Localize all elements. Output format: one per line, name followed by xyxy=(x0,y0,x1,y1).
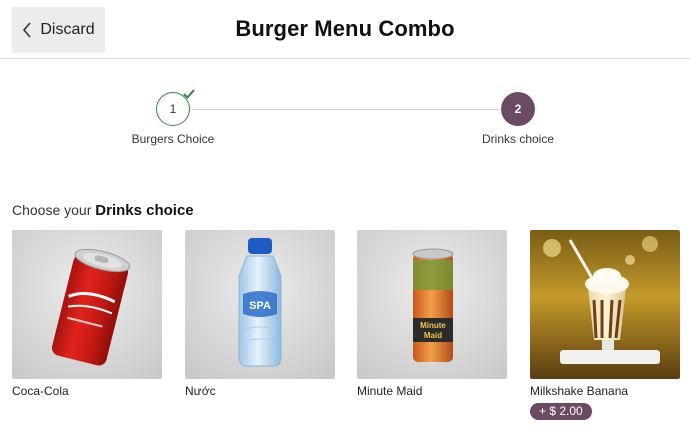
drink-card-nuoc[interactable]: SPA Nước xyxy=(185,230,335,398)
price-badge: + $ 2.00 xyxy=(530,403,592,420)
step-circle-active: 2 xyxy=(501,92,535,126)
svg-text:SPA: SPA xyxy=(249,300,271,312)
section-heading-prefix: Choose your xyxy=(12,202,96,218)
step-burgers-choice[interactable]: 1 Burgers Choice xyxy=(103,89,243,146)
drink-name: Nước xyxy=(185,384,216,398)
drink-card-minute-maid[interactable]: Minute Maid Minute Maid xyxy=(357,230,507,398)
drink-image-coca-cola xyxy=(12,230,162,379)
check-icon xyxy=(183,89,195,99)
drink-name: Minute Maid xyxy=(357,384,423,398)
step-number: 2 xyxy=(514,102,522,116)
drink-name: Milkshake Banana xyxy=(530,384,629,398)
drink-image-milkshake-banana xyxy=(530,230,680,379)
section-heading-emphasis: Drinks choice xyxy=(95,202,194,219)
drink-image-minute-maid: Minute Maid xyxy=(357,230,507,379)
step-number: 1 xyxy=(169,102,177,116)
step-circle-done: 1 xyxy=(156,89,195,126)
drink-name: Coca-Cola xyxy=(12,384,69,398)
svg-text:Maid: Maid xyxy=(424,331,442,340)
drink-card-milkshake-banana[interactable]: Milkshake Banana + $ 2.00 xyxy=(530,230,680,420)
app-header: Discard Burger Menu Combo xyxy=(0,0,690,59)
section-heading: Choose your Drinks choice xyxy=(12,202,194,219)
stepper: 1 Burgers Choice 2 Drinks choice xyxy=(0,59,690,169)
drink-image-nuoc: SPA xyxy=(185,230,335,379)
step-label: Drinks choice xyxy=(481,132,555,146)
step-drinks-choice[interactable]: 2 Drinks choice xyxy=(448,92,588,146)
svg-text:Minute: Minute xyxy=(420,321,446,330)
step-label: Burgers Choice xyxy=(131,132,215,146)
page-title: Burger Menu Combo xyxy=(235,16,455,41)
drink-card-coca-cola[interactable]: Coca-Cola xyxy=(12,230,162,398)
